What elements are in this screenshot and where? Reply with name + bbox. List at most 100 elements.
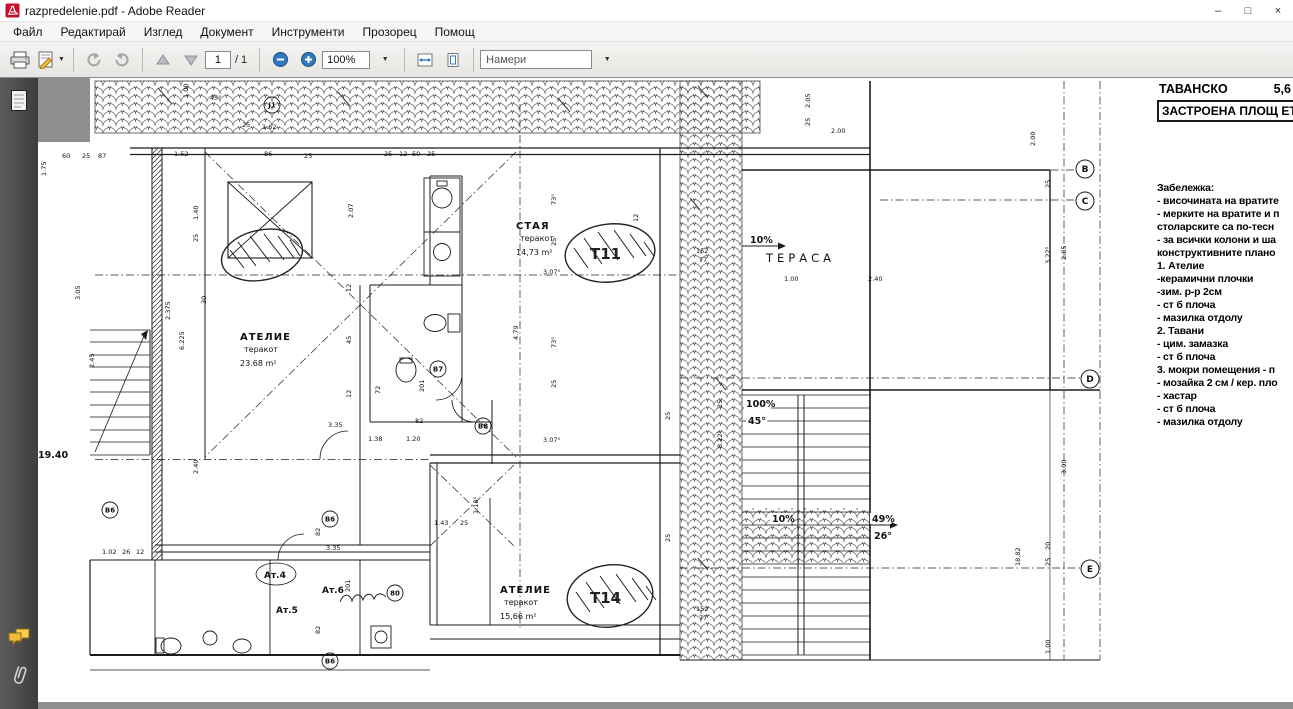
dim-label: 2.40 xyxy=(192,460,200,474)
dim-label: 6.225 xyxy=(178,331,186,350)
attachments-panel-button[interactable] xyxy=(9,664,29,691)
dim-label: 45° xyxy=(210,94,222,102)
menu-item-Документ[interactable]: Документ xyxy=(191,23,262,41)
dim-label: 1.00 xyxy=(784,275,798,283)
dim-label: 201 xyxy=(344,580,352,592)
toolbar-separator xyxy=(404,48,405,72)
dim-label: 3.35 xyxy=(328,421,342,429)
fit-width-button[interactable] xyxy=(412,46,438,74)
dim-label: 25 xyxy=(460,519,468,527)
note-line: - височината на вратите xyxy=(1157,195,1293,208)
slope-label: 100% xyxy=(746,399,776,410)
pages-panel-button[interactable] xyxy=(8,88,30,119)
dim-label: 1.38 xyxy=(368,435,382,443)
toolbar-separator xyxy=(473,48,474,72)
find-caret-icon: ▼ xyxy=(604,56,611,63)
dim-label: 1.20 xyxy=(406,435,420,443)
toolbar: ▼ / 1 xyxy=(0,42,1293,78)
zoom-in-button[interactable] xyxy=(295,46,321,74)
dim-label: 82 xyxy=(314,626,322,634)
zoom-level-select[interactable]: 100% xyxy=(322,51,370,69)
comments-panel-button[interactable] xyxy=(7,627,31,654)
page-number-input[interactable] xyxy=(205,51,231,69)
print-button[interactable] xyxy=(7,46,33,74)
dim-label: 73⁵ xyxy=(550,337,558,348)
dim-label: 3.07⁵ xyxy=(543,268,560,276)
pdf-page-canvas[interactable]: 6025871.528625251250252.002.05251.0045°2… xyxy=(38,78,1293,709)
menu-item-Файл[interactable]: Файл xyxy=(4,23,52,41)
room-sub-label: теракот xyxy=(520,234,554,243)
dim-label: 12 xyxy=(399,150,407,158)
rev-label: Т14 xyxy=(590,589,621,607)
marker-label: B6 xyxy=(325,516,335,524)
marker-label: 80 xyxy=(390,590,400,598)
dim-label: 3.07⁵ xyxy=(543,436,560,444)
slope-label: 49% xyxy=(872,514,895,525)
menu-item-Редактирай[interactable]: Редактирай xyxy=(52,23,135,41)
slope-label: 26° xyxy=(874,531,892,542)
find-input[interactable] xyxy=(480,50,592,69)
note-line: 2. Тавани xyxy=(1157,325,1293,338)
menu-item-Инструменти[interactable]: Инструменти xyxy=(263,23,354,41)
fit-page-button[interactable] xyxy=(440,46,466,74)
previous-page-button[interactable] xyxy=(150,46,176,74)
dim-label: 1.00 xyxy=(1044,640,1052,654)
notes-body: Забележка:- височината на вратите- мерки… xyxy=(1157,182,1293,429)
page-count-label: / 1 xyxy=(235,54,247,66)
note-line: -керамични плочки xyxy=(1157,273,1293,286)
next-view-button[interactable] xyxy=(109,46,135,74)
bubble-label: E xyxy=(1087,565,1093,575)
dim-label: 2.85 xyxy=(1060,246,1068,260)
dim-label: 26 xyxy=(122,548,130,556)
dim-label: 25 xyxy=(242,121,250,129)
window-title: razpredelenie.pdf - Adobe Reader xyxy=(25,4,205,18)
dim-label: 2.00 xyxy=(1029,132,1037,146)
zoom-out-icon xyxy=(272,51,289,68)
room-sub-label: теракот xyxy=(244,345,278,354)
dim-label: 25 xyxy=(804,118,812,126)
built-area-box: ЗАСТРОЕНА ПЛОЩ ЕТ xyxy=(1157,100,1293,122)
notes-heading: ТАВАНСКО 5,6 xyxy=(1157,82,1293,96)
maximize-button[interactable]: □ xyxy=(1233,2,1263,20)
dim-label: 3.22⁵ xyxy=(1044,247,1052,264)
menu-item-Помощ[interactable]: Помощ xyxy=(426,23,484,41)
note-line: - мозайка 2 см / кер. пло xyxy=(1157,377,1293,390)
dim-label: 50 xyxy=(412,150,420,158)
menu-item-Изглед[interactable]: Изглед xyxy=(135,23,192,41)
menu-bar: ФайлРедактирайИзгледДокументИнструментиП… xyxy=(0,22,1293,42)
dim-label: 12 xyxy=(632,214,640,222)
dim-label: 201 xyxy=(418,380,426,392)
dim-label: 152 xyxy=(696,247,708,255)
dim-label: 82 xyxy=(314,528,322,536)
note-line: Забележка: xyxy=(1157,182,1293,195)
dim-label: 1.62 xyxy=(262,123,276,131)
minimize-button[interactable]: – xyxy=(1203,2,1233,20)
menu-item-Прозорец[interactable]: Прозорец xyxy=(354,23,426,41)
marker-label: B6 xyxy=(105,507,115,515)
toolbar-separator xyxy=(142,48,143,72)
note-line: - за всички колони и ша xyxy=(1157,234,1293,247)
pages-icon xyxy=(8,88,30,114)
zoom-options-button[interactable]: ▼ xyxy=(371,46,397,74)
note-line: 3. мокри помещения - п xyxy=(1157,364,1293,377)
marker-label: B6 xyxy=(325,658,335,666)
dim-label: 25 xyxy=(664,412,672,420)
page-up-icon xyxy=(155,53,171,67)
document-area[interactable]: 6025871.528625251250252.002.05251.0045°2… xyxy=(38,78,1293,709)
room-sub-label: 23.68 m² xyxy=(240,359,276,368)
dim-label: 45 xyxy=(345,336,353,344)
dim-label: 3.05 xyxy=(74,286,82,300)
dim-label: 25 xyxy=(1044,558,1052,566)
email-button[interactable]: ▼ xyxy=(35,46,66,74)
next-page-button[interactable] xyxy=(178,46,204,74)
fit-width-icon xyxy=(415,52,435,68)
paperclip-icon xyxy=(9,664,29,686)
dim-label: 2.07 xyxy=(347,204,355,218)
room-sub-label: 14,73 m² xyxy=(516,248,552,257)
previous-view-button[interactable] xyxy=(81,46,107,74)
marker-label: B7 xyxy=(433,366,443,374)
zoom-out-button[interactable] xyxy=(267,46,293,74)
notes-heading-label: ТАВАНСКО xyxy=(1159,82,1228,96)
find-options-button[interactable]: ▼ xyxy=(593,46,619,74)
close-button[interactable]: × xyxy=(1263,2,1293,20)
